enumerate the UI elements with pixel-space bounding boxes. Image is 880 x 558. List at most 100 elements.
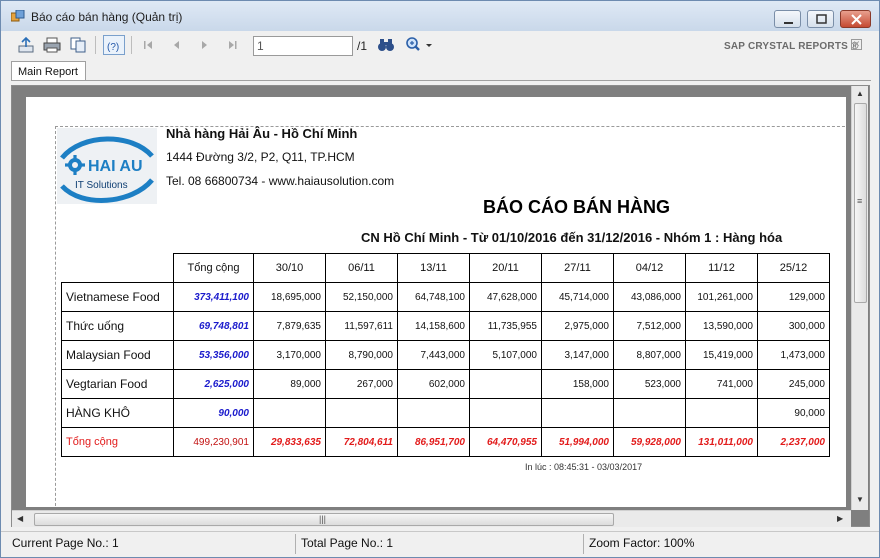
row-label: Vietnamese Food	[61, 282, 174, 312]
scroll-left-icon[interactable]: ◀	[17, 514, 23, 523]
margin-guide	[55, 126, 56, 507]
table-cell: 158,000	[541, 369, 614, 399]
column-header: 04/12	[613, 253, 686, 283]
table-cell	[685, 398, 758, 428]
report-subtitle: CN Hồ Chí Minh - Từ 01/10/2016 đến 31/12…	[361, 230, 783, 245]
table-header-row: Tổng cộng 30/10 06/11 13/11 20/11 27/11 …	[62, 253, 830, 283]
svg-text:HAI AU: HAI AU	[88, 158, 143, 175]
vertical-scroll-thumb[interactable]: ≡	[854, 103, 867, 303]
tab-main-report[interactable]: Main Report	[11, 61, 86, 81]
table-total-row: Tổng cộng 499,230,901 29,833,635 72,804,…	[61, 427, 830, 457]
table-row: Malaysian Food 53,356,000 3,170,000 8,79…	[61, 340, 830, 370]
close-viewer-button[interactable]: ✕	[851, 39, 862, 50]
table-cell: 602,000	[397, 369, 470, 399]
table-cell	[469, 369, 542, 399]
next-page-icon	[202, 41, 207, 49]
table-cell: 129,000	[757, 282, 830, 312]
export-button[interactable]	[15, 35, 37, 55]
help-icon: (?)	[107, 42, 119, 53]
horizontal-scrollbar[interactable]: ◀ ||| ▶	[12, 510, 851, 527]
last-page-button[interactable]	[221, 35, 243, 55]
horizontal-scroll-thumb[interactable]: |||	[34, 513, 614, 526]
table-cell	[613, 398, 686, 428]
window-title: Báo cáo bán hàng (Quản trị)	[31, 10, 183, 24]
table-cell: 8,790,000	[325, 340, 398, 370]
copy-button[interactable]	[67, 35, 89, 55]
table-cell: 47,628,000	[469, 282, 542, 312]
printed-timestamp: In lúc : 08:45:31 - 03/03/2017	[525, 462, 643, 472]
column-total-cell: 64,470,955	[469, 427, 542, 457]
table-cell: 11,735,955	[469, 311, 542, 341]
grip-icon: ≡	[857, 196, 863, 206]
table-row: Vegtarian Food 2,625,000 89,000 267,000 …	[61, 369, 830, 399]
find-button[interactable]	[375, 35, 397, 55]
last-page-icon	[229, 41, 237, 49]
previous-page-button[interactable]	[165, 35, 187, 55]
table-cell	[253, 398, 326, 428]
table-cell: 245,000	[757, 369, 830, 399]
scroll-right-icon[interactable]: ▶	[837, 514, 843, 523]
column-header: 30/10	[253, 253, 326, 283]
table-cell: 52,150,000	[325, 282, 398, 312]
scroll-up-icon[interactable]: ▲	[856, 89, 864, 98]
toolbar-divider	[95, 36, 96, 54]
next-page-button[interactable]	[193, 35, 215, 55]
svg-text:IT Solutions: IT Solutions	[75, 180, 128, 191]
row-label: HÀNG KHÔ	[61, 398, 174, 428]
company-name: Nhà hàng Hải Âu - Hồ Chí Minh	[166, 126, 358, 141]
zoom-dropdown[interactable]	[403, 35, 435, 55]
previous-page-icon	[174, 41, 179, 49]
column-header: Tổng cộng	[173, 253, 254, 283]
table-cell: 13,590,000	[685, 311, 758, 341]
column-total-cell: 131,011,000	[685, 427, 758, 457]
table-cell: 8,807,000	[613, 340, 686, 370]
status-divider	[583, 534, 584, 554]
minimize-button[interactable]	[774, 10, 801, 28]
toggle-group-tree-button[interactable]: (?)	[103, 35, 125, 55]
table-row: Vietnamese Food 373,411,100 18,695,000 5…	[61, 282, 830, 312]
report-title: BÁO CÁO BÁN HÀNG	[483, 197, 670, 217]
table-cell: 101,261,000	[685, 282, 758, 312]
row-label: Thức uống	[61, 311, 174, 341]
row-total-cell: 69,748,801	[173, 311, 254, 341]
first-page-button[interactable]	[137, 35, 159, 55]
close-button[interactable]	[840, 10, 871, 28]
page-number-input[interactable]	[253, 36, 353, 56]
table-cell: 45,714,000	[541, 282, 614, 312]
close-icon	[851, 14, 862, 25]
column-total-cell: 29,833,635	[253, 427, 326, 457]
row-total-cell: 53,356,000	[173, 340, 254, 370]
report-page: HAI AU IT Solutions Nhà hàng Hải Âu - Hồ…	[26, 97, 846, 507]
grand-total-cell: 499,230,901	[173, 427, 254, 457]
table-cell	[469, 398, 542, 428]
table-cell: 523,000	[613, 369, 686, 399]
table-cell: 64,748,100	[397, 282, 470, 312]
table-cell: 7,879,635	[253, 311, 326, 341]
total-page-status: Total Page No.: 1	[301, 536, 394, 550]
sales-table: Tổng cộng 30/10 06/11 13/11 20/11 27/11 …	[61, 253, 830, 457]
tab-divider	[11, 80, 871, 81]
maximize-button[interactable]	[807, 10, 834, 28]
column-total-cell: 72,804,611	[325, 427, 398, 457]
row-label: Malaysian Food	[61, 340, 174, 370]
binoculars-icon	[378, 39, 394, 51]
vertical-scrollbar[interactable]: ▲ ≡ ▼	[851, 86, 868, 510]
report-toolbar: (?) /1 SAP CRYSTAL REPORTS ® ✕	[1, 31, 879, 59]
scroll-down-icon[interactable]: ▼	[856, 495, 864, 504]
column-total-cell: 2,237,000	[757, 427, 830, 457]
report-viewer[interactable]: HAI AU IT Solutions Nhà hàng Hải Âu - Hồ…	[11, 85, 870, 527]
table-cell: 2,975,000	[541, 311, 614, 341]
print-button[interactable]	[41, 35, 63, 55]
table-cell: 741,000	[685, 369, 758, 399]
column-total-cell: 59,928,000	[613, 427, 686, 457]
table-cell: 15,419,000	[685, 340, 758, 370]
table-row: HÀNG KHÔ 90,000 90,000	[61, 398, 830, 428]
column-header: 13/11	[397, 253, 470, 283]
zoom-icon	[406, 37, 432, 51]
page-total-label: /1	[357, 39, 368, 53]
printer-icon	[43, 37, 61, 53]
company-logo: HAI AU IT Solutions	[57, 128, 157, 204]
table-cell: 7,512,000	[613, 311, 686, 341]
column-header: 06/11	[325, 253, 398, 283]
company-address: 1444 Đường 3/2, P2, Q11, TP.HCM	[166, 150, 355, 164]
